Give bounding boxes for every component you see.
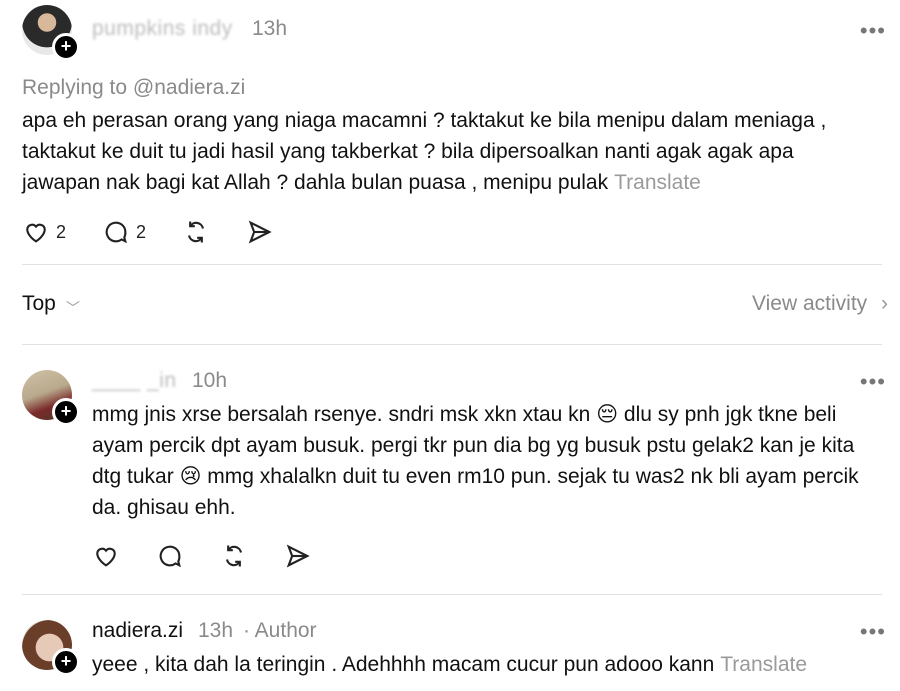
more-options-icon[interactable]: ••• xyxy=(860,619,886,645)
sort-row: Top ﹀ View activity › xyxy=(22,290,888,322)
replying-to[interactable]: Replying to @nadiera.zi xyxy=(22,76,245,100)
post-text: mmg jnis xrse bersalah rsenye. sndri msk… xyxy=(92,403,859,519)
timestamp[interactable]: 13h xyxy=(198,619,233,643)
chevron-down-icon[interactable]: ﹀ xyxy=(66,298,80,318)
timestamp[interactable]: 13h xyxy=(252,17,287,41)
repost-button[interactable] xyxy=(220,542,248,570)
post-actions xyxy=(92,542,348,570)
author-tag: · Author xyxy=(243,619,317,642)
timestamp[interactable]: 10h xyxy=(192,369,227,393)
view-activity-link[interactable]: View activity › xyxy=(752,292,888,316)
share-icon xyxy=(248,220,272,244)
heart-icon xyxy=(96,547,116,567)
divider xyxy=(22,594,882,595)
more-options-icon[interactable]: ••• xyxy=(860,369,886,395)
more-options-icon[interactable]: ••• xyxy=(860,18,886,44)
like-button[interactable]: 2 xyxy=(22,218,66,246)
comment-icon xyxy=(159,545,181,568)
translate-link[interactable]: Translate xyxy=(720,653,807,676)
repost-icon xyxy=(225,545,243,567)
plus-icon[interactable]: + xyxy=(52,648,80,676)
post-text: yeee , kita dah la teringin . Adehhhh ma… xyxy=(92,653,808,676)
username[interactable]: pumpkins indy xyxy=(92,17,233,41)
plus-icon[interactable]: + xyxy=(52,398,80,426)
share-button[interactable] xyxy=(284,542,312,570)
reply-count: 2 xyxy=(136,221,147,242)
crying-emoji: 😢 xyxy=(179,465,202,488)
repost-icon xyxy=(188,221,205,243)
plus-icon[interactable]: + xyxy=(52,33,80,61)
divider xyxy=(22,264,882,265)
heart-icon xyxy=(26,223,46,243)
post-text: apa eh perasan orang yang niaga macamni … xyxy=(22,109,827,194)
pensive-emoji: 😔 xyxy=(596,403,619,426)
username[interactable]: ____ _in xyxy=(92,369,177,393)
share-button[interactable] xyxy=(246,218,274,246)
like-count: 2 xyxy=(56,221,67,242)
chevron-right-icon: › xyxy=(881,292,888,315)
translate-link[interactable]: Translate xyxy=(614,171,701,194)
reply-button[interactable]: 2 xyxy=(102,218,146,246)
avatar[interactable]: + xyxy=(22,5,80,61)
username[interactable]: nadiera.zi xyxy=(92,619,183,643)
avatar[interactable]: + xyxy=(22,370,80,426)
like-button[interactable] xyxy=(92,542,120,570)
reply-button[interactable] xyxy=(156,542,184,570)
avatar[interactable]: + xyxy=(22,620,80,676)
divider xyxy=(22,344,882,345)
share-icon xyxy=(286,544,310,568)
repost-button[interactable] xyxy=(182,218,210,246)
sort-dropdown[interactable]: Top xyxy=(22,292,56,316)
post-actions: 2 2 xyxy=(22,218,310,246)
comment-icon xyxy=(105,221,127,244)
